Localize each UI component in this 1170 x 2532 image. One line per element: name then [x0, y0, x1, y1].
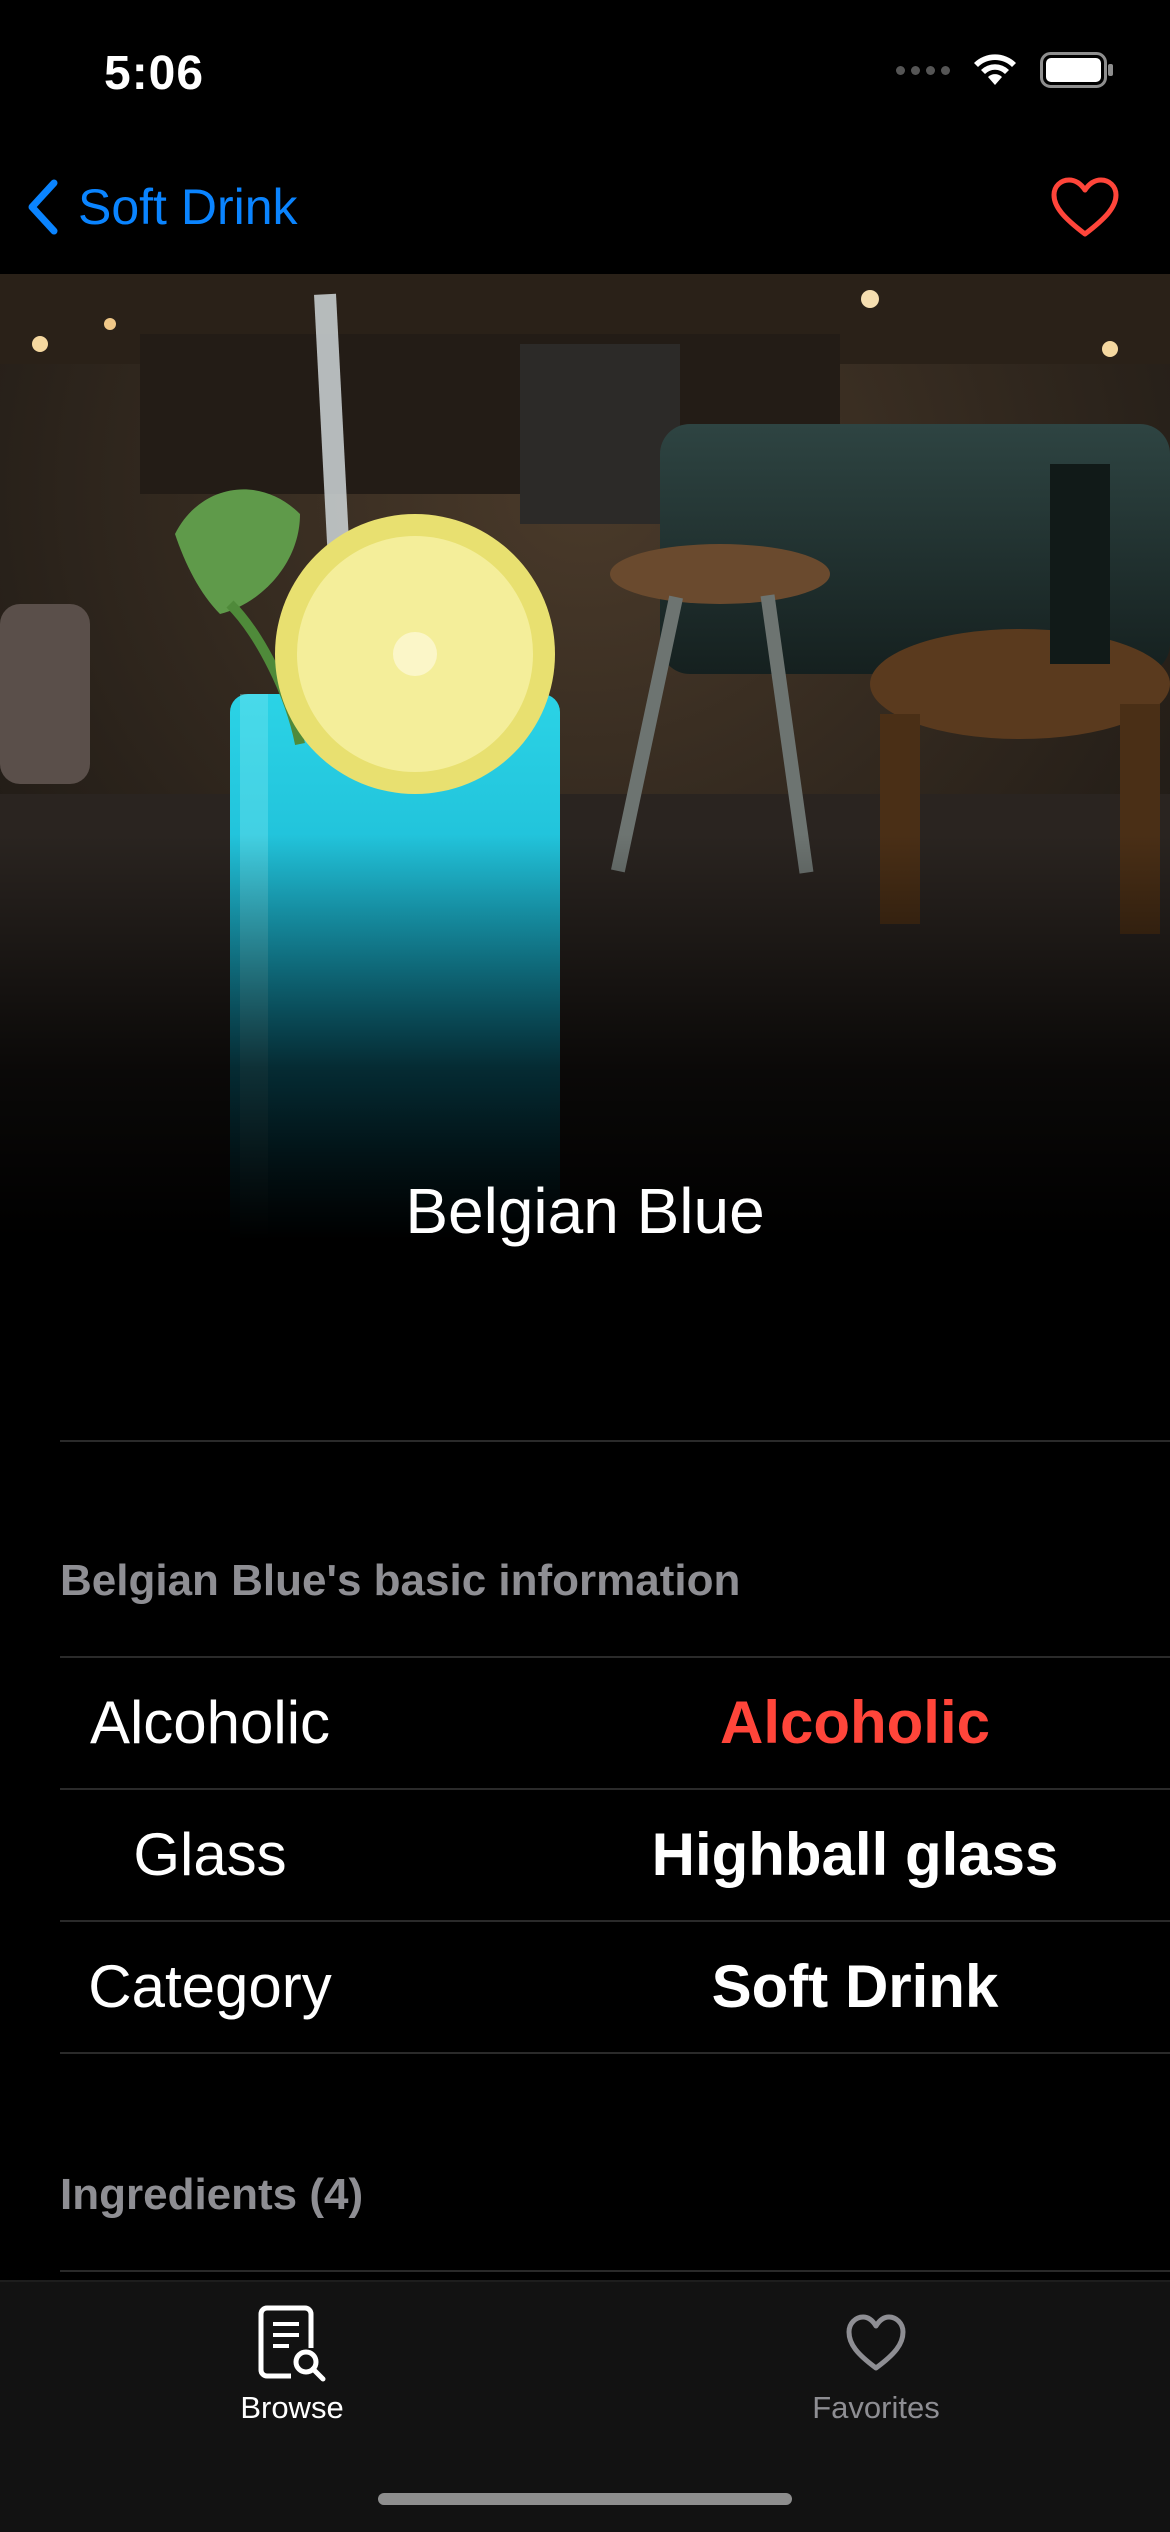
divider — [60, 1440, 1170, 1442]
info-value: Highball glass — [651, 1821, 1059, 1888]
back-button-label: Soft Drink — [78, 179, 298, 235]
home-indicator — [378, 2493, 792, 2505]
drink-hero-image: Belgian Blue — [0, 274, 1170, 1354]
divider — [60, 2270, 1170, 2272]
info-label: Alcoholic — [89, 1689, 331, 1756]
chevron-left-icon — [28, 179, 58, 235]
info-row-alcoholic: Alcoholic Alcoholic — [60, 1657, 1170, 1788]
cellular-signal-icon — [896, 65, 950, 75]
info-value: Alcoholic — [719, 1689, 991, 1756]
tab-label: Favorites — [812, 2390, 940, 2425]
wifi-icon — [974, 54, 1016, 85]
info-label: Glass — [133, 1821, 287, 1888]
info-row-category: Category Soft Drink — [60, 1921, 1170, 2052]
basic-info-header: Belgian Blue's basic information — [60, 1556, 741, 1605]
tab-label: Browse — [240, 2390, 344, 2425]
tab-browse[interactable]: Browse — [142, 2302, 442, 2426]
info-value: Soft Drink — [711, 1953, 999, 2020]
status-icons — [896, 52, 1114, 88]
heart-icon — [846, 2314, 906, 2371]
drink-title: Belgian Blue — [405, 1175, 765, 1247]
status-bar: 5:06 — [0, 0, 1170, 150]
heart-outline-icon — [1051, 177, 1119, 237]
tab-favorites[interactable]: Favorites — [726, 2302, 1026, 2426]
hero-gradient-overlay — [0, 834, 1170, 1354]
favorite-button[interactable] — [1050, 176, 1120, 242]
back-button[interactable]: Soft Drink — [22, 172, 298, 242]
status-time: 5:06 — [104, 47, 205, 100]
browse-document-search-icon — [258, 2305, 326, 2382]
ingredients-header: Ingredients (4) — [60, 2170, 364, 2219]
battery-icon — [1040, 52, 1113, 88]
info-row-glass: Glass Highball glass — [60, 1789, 1170, 1920]
divider — [60, 2052, 1170, 2054]
info-label: Category — [88, 1953, 332, 2020]
navigation-bar: Soft Drink — [0, 150, 1170, 274]
